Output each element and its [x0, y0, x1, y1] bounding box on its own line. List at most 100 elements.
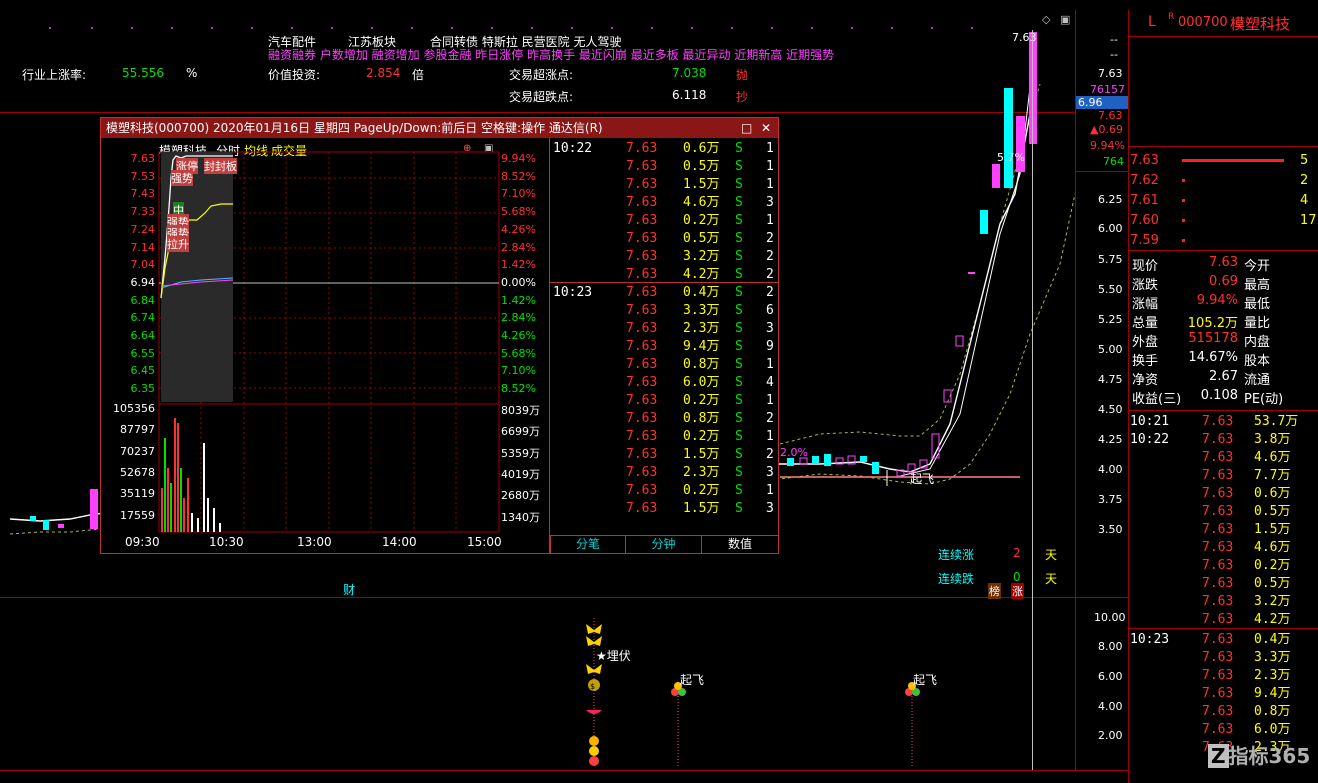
popup-tick-price: 7.63 [626, 447, 658, 462]
axis-tick-350: 3.50 [1098, 523, 1123, 536]
popup-tick-price: 7.63 [626, 303, 658, 318]
axis-dash-2: -- [1110, 48, 1118, 61]
streak-down-label: 连续跌 [938, 572, 975, 586]
tick-qty: 9.4万 [1254, 686, 1291, 701]
tick-qty: 0.5万 [1254, 576, 1291, 591]
tick-price: 7.63 [1202, 576, 1234, 591]
popup-tick-side: S [735, 159, 743, 174]
popup-price-tick: 6.94 [130, 275, 156, 289]
ind-axis-10: 10.00 [1094, 611, 1126, 624]
maximize-icon[interactable]: □ [741, 118, 752, 138]
indicator-qifei-2: 起飞 [913, 673, 938, 687]
popup-tick-qty: 1.5万 [683, 501, 720, 516]
popup-tick-qty: 0.5万 [683, 231, 720, 246]
popup-vol-tick-r: 4019万 [501, 467, 540, 481]
popup-title: 模塑科技(000700) 2020年01月16日 星期四 PageUp/Down… [106, 121, 603, 135]
stock-header[interactable]: L R 000700 模塑科技 [1130, 12, 1318, 34]
qifei-label: 起飞 [910, 472, 935, 486]
tick-qty: 0.6万 [1254, 486, 1291, 501]
popup-tick-price: 7.63 [626, 249, 658, 264]
divider-bottom [0, 770, 1128, 771]
popup-tick-price: 7.63 [626, 393, 658, 408]
axis-pct: 9.94% [1090, 139, 1125, 152]
popup-price-tick: 7.14 [130, 240, 156, 254]
popup-pct-tick: 4.26% [501, 222, 536, 236]
l-mark: L [1148, 14, 1156, 30]
cai-marker[interactable]: 财 [343, 581, 355, 598]
stat-value: 515178 [1188, 331, 1238, 346]
tick-price: 7.63 [1202, 486, 1234, 501]
popup-tick-count: 6 [766, 303, 774, 318]
tick-qty: 0.2万 [1254, 558, 1291, 573]
tab-fenbi[interactable]: 分笔 [550, 536, 625, 553]
close-icon[interactable]: ✕ [761, 118, 771, 138]
popup-time-tick: 09:30 [125, 535, 160, 549]
popup-tick-side: S [735, 465, 743, 480]
streak-up-label: 连续涨 [938, 548, 975, 562]
orderbook-bar [1182, 239, 1185, 242]
popup-pct-tick: 7.10% [501, 364, 536, 378]
ma-line2 [899, 43, 1036, 477]
zhang-badge[interactable]: 涨 [1011, 583, 1024, 599]
stat-value: 105.2万 [1187, 316, 1238, 331]
divider-axis [1075, 10, 1076, 770]
popup-tick-qty: 9.4万 [683, 339, 720, 354]
stat-label: 净资 [1132, 373, 1159, 388]
stat-value: 9.94% [1196, 293, 1238, 308]
stock-code: 000700 [1178, 15, 1228, 30]
ind-axis-4: 4.00 [1098, 700, 1123, 713]
popup-vol-tick-r: 8039万 [501, 404, 540, 417]
popup-tick-price: 7.63 [626, 411, 658, 426]
intraday-popup[interactable]: 模塑科技(000700) 2020年01月16日 星期四 PageUp/Down… [100, 117, 779, 554]
popup-tick-side: S [735, 213, 743, 228]
popup-pct-tick: 8.52% [501, 382, 536, 396]
stat-value: 0.108 [1200, 388, 1238, 403]
rp-sep-2 [1128, 146, 1318, 147]
tick-price: 7.63 [1202, 594, 1234, 609]
popup-tick-time: 10:22 [553, 141, 593, 156]
popup-tick-side: S [735, 375, 743, 390]
popup-tick-price: 7.63 [626, 141, 658, 156]
popup-tick-side: S [735, 447, 743, 462]
stat-label: 外盘 [1132, 335, 1159, 350]
axis-tick-475: 4.75 [1098, 373, 1123, 386]
tick-sep [1128, 628, 1318, 629]
tick-price: 7.63 [1202, 432, 1234, 447]
popup-tick-side: S [735, 411, 743, 426]
orderbook-qty: 5 [1300, 153, 1309, 168]
stat-label-2: 流通 [1244, 373, 1271, 388]
tick-time: 10:23 [1130, 632, 1170, 647]
bang-badge[interactable]: 榜 [988, 583, 1001, 599]
tick-price: 7.63 [1202, 558, 1234, 573]
popup-tick-side: S [735, 303, 743, 318]
stat-value: 2.67 [1209, 369, 1238, 384]
pct-label: 2.0% [780, 446, 808, 459]
tab-fenzhong[interactable]: 分钟 [625, 536, 701, 553]
popup-tick-qty: 6.0万 [683, 375, 720, 390]
popup-vol-tick-r: 2680万 [501, 489, 540, 503]
indicator-qifei-1: 起飞 [680, 673, 705, 687]
tick-qty: 4.2万 [1254, 612, 1291, 627]
tick-price: 7.63 [1202, 686, 1234, 701]
popup-titlebar[interactable]: 模塑科技(000700) 2020年01月16日 星期四 PageUp/Down… [101, 118, 778, 138]
tick-price: 7.63 [1202, 612, 1234, 627]
tick-qty: 0.8万 [1254, 704, 1291, 719]
tick-qty: 6.0万 [1254, 722, 1291, 737]
popup-tick-side: S [735, 141, 743, 156]
intraday-chart [158, 151, 500, 533]
popup-tick-qty: 3.2万 [683, 249, 720, 264]
popup-tick-side: S [735, 231, 743, 246]
watermark: Z 指标365 [1208, 740, 1310, 769]
popup-tick-qty: 3.3万 [683, 303, 720, 318]
divider-rightpanel [1128, 10, 1129, 783]
stat-value: 7.63 [1209, 255, 1238, 270]
axis-price-r: 7.63 [1098, 109, 1123, 122]
tab-shuzhi[interactable]: 数值 [701, 536, 778, 553]
popup-vol-tick-r: 6699万 [501, 425, 540, 439]
popup-tick-qty: 0.2万 [683, 483, 720, 498]
popup-price-tick: 6.55 [130, 346, 156, 360]
axis-tick-525: 5.25 [1098, 313, 1123, 326]
popup-pct-tick: 5.68% [501, 205, 536, 219]
tick-price: 7.63 [1202, 632, 1234, 647]
ind-axis-2: 2.00 [1098, 729, 1123, 742]
